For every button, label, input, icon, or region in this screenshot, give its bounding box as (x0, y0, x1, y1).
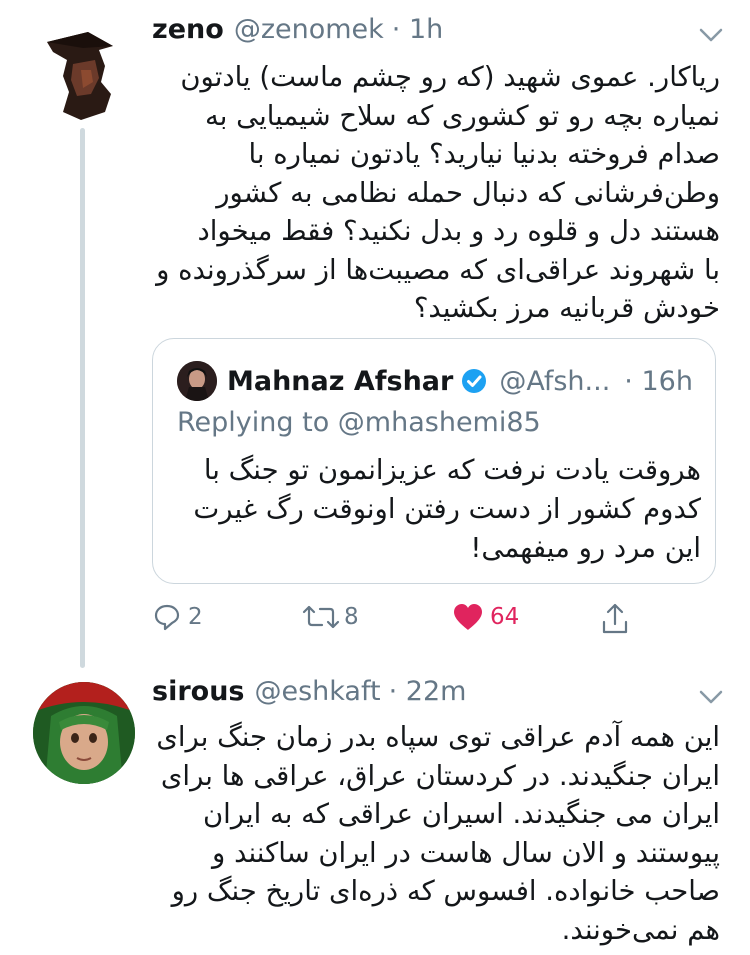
avatar-image (33, 20, 135, 122)
heart-icon (454, 604, 482, 630)
handle[interactable]: @zenomek (234, 14, 384, 45)
reply-count: 2 (188, 604, 203, 630)
quoted-timestamp[interactable]: · 16h (624, 366, 693, 397)
text-line: هروقت یادت نرفت که عزیزانمون تو جنگ با (203, 454, 701, 486)
avatar-image (33, 682, 135, 784)
verified-badge-icon (462, 369, 487, 393)
text-line: وطن‌فرشانی که دنبال حمله نظامی به کشور (216, 176, 720, 209)
chevron-down-icon[interactable] (698, 688, 724, 706)
quoted-avatar-image (177, 361, 217, 401)
text-line: هستند دل و قلوه رد و بدل نکنید؟ فقط میخو… (197, 215, 721, 247)
text-line: صاحب خانواده. افسوس که ذره‌ای تاریخ جنگ … (171, 875, 720, 907)
quoted-text: هروقت یادت نرفت که عزیزانمون تو جنگ با ک… (193, 451, 701, 568)
replying-to[interactable]: Replying to @mhashemi85 (177, 407, 541, 438)
tweet-text: ریاکار. عموی شهید (که رو چشم ماست) یادتو… (156, 58, 720, 328)
retweet-icon (302, 605, 340, 629)
timestamp[interactable]: · 22m (389, 676, 467, 707)
display-name[interactable]: zeno (152, 14, 224, 45)
like-button[interactable]: 64 (452, 602, 519, 632)
text-line: صدام فروخته بدنیا نیارید؟ یادتون نمیاره … (248, 138, 720, 170)
display-name[interactable]: sirous (152, 676, 244, 707)
text-line: کدوم کشور از دست رفتن اونوقت رگ غیرت (193, 493, 701, 525)
tweet-text: این همه آدم عراقی توی سپاه بدر زمان جنگ … (156, 718, 720, 949)
reply-button[interactable]: 2 (152, 602, 203, 632)
tweet-actions: 2 8 64 (152, 602, 632, 642)
text-line: خودش قربانیه مرز بکشید؟ (413, 292, 720, 324)
share-icon (602, 603, 628, 634)
tweet-header: zeno @zenomek · 1h (152, 14, 443, 45)
retweet-count: 8 (344, 604, 359, 630)
tweet-header: sirous @eshkaft · 22m (152, 676, 466, 707)
text-line: پیوستند و الان سال هاست در ایران ساکنند … (212, 836, 720, 869)
text-line: این همه آدم عراقی توی سپاه بدر زمان جنگ … (156, 721, 720, 753)
text-line: نمیاره بچه رو تو کشوری که سلاح شیمیایی ب… (205, 99, 720, 132)
timestamp[interactable]: · 1h (392, 14, 443, 45)
text-line: این مرد رو میفهمی! (470, 532, 701, 564)
text-line: ایران می جنگیدند. اسیران عراقی که به ایر… (202, 798, 720, 830)
quoted-tweet[interactable]: Mahnaz Afshar @Afsh... · 16h Replying to… (152, 338, 716, 584)
text-line: ریاکار. عموی شهید (که رو چشم ماست) یادتو… (180, 61, 720, 93)
thread-line (80, 128, 85, 668)
text-line: ایران جنگیدند. در کردستان عراق، عراقی ها… (160, 759, 720, 792)
avatar[interactable] (33, 20, 135, 122)
avatar[interactable] (33, 682, 135, 784)
like-count: 64 (490, 604, 520, 630)
text-line: هم نمی‌خونند. (561, 913, 720, 946)
comment-icon (154, 604, 180, 631)
quoted-avatar[interactable] (177, 361, 217, 401)
quoted-header: Mahnaz Afshar @Afsh... · 16h (177, 361, 693, 401)
retweet-button[interactable]: 8 (300, 602, 359, 632)
handle[interactable]: @eshkaft (254, 676, 380, 707)
quoted-handle[interactable]: @Afsh... (499, 366, 610, 397)
text-line: با شهروند عراقی‌ای که مصیبت‌ها از سرگذرو… (156, 253, 720, 286)
chevron-down-icon[interactable] (698, 26, 724, 44)
quoted-display-name[interactable]: Mahnaz Afshar (227, 366, 453, 397)
share-button[interactable] (600, 602, 630, 636)
